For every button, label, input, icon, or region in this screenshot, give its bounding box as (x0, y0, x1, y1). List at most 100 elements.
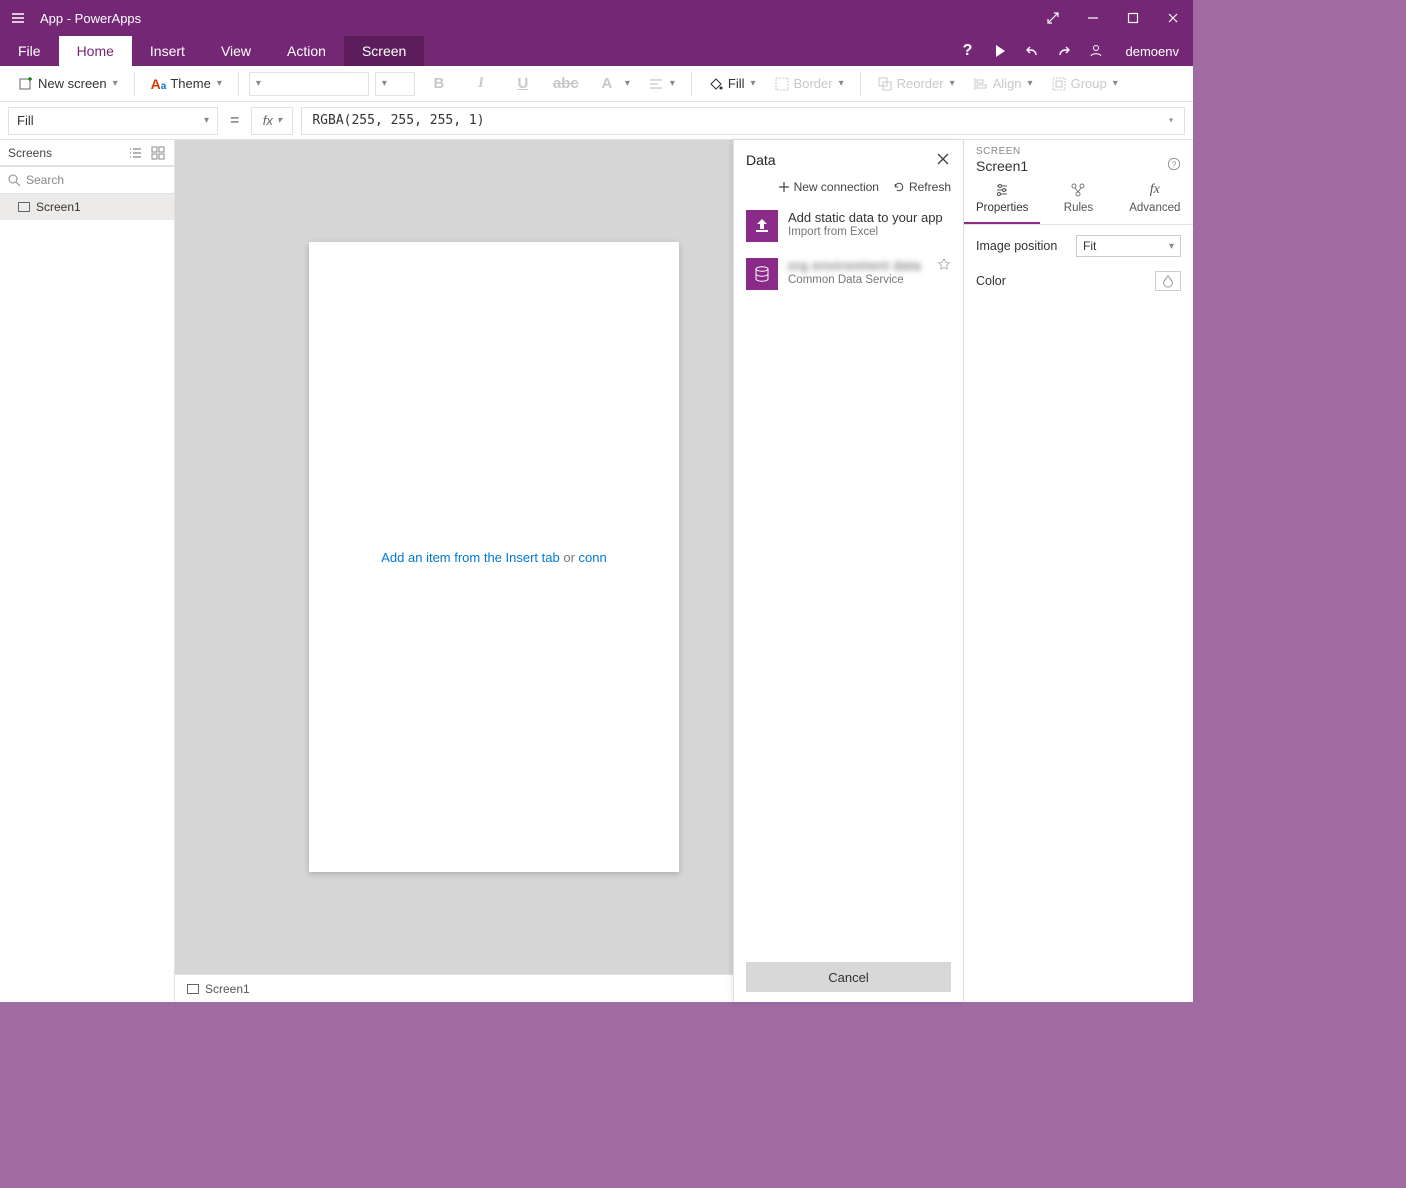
text-align-button[interactable]: ▾ (642, 70, 681, 98)
properties-title: Screen1 (976, 158, 1028, 174)
reorder-button[interactable]: Reorder ▾ (871, 70, 961, 98)
menu-view[interactable]: View (203, 36, 269, 66)
fx-icon: fx (1150, 182, 1160, 198)
screens-panel: Screens Search Screen1 (0, 140, 175, 1002)
italic-button[interactable]: I (463, 70, 499, 98)
upload-icon (746, 210, 778, 242)
search-input[interactable]: Search (0, 166, 174, 194)
menu-bar: File Home Insert View Action Screen ? de… (0, 36, 1193, 66)
screen-icon (187, 984, 199, 994)
new-screen-icon (18, 76, 34, 92)
insert-link[interactable]: Add an item from the Insert tab (381, 550, 559, 565)
help-button[interactable]: ? (952, 36, 984, 66)
user-icon (1088, 43, 1104, 59)
formula-bar: Fill ▾ = fx ▾ RGBA(255, 255, 255, 1) ▾ (0, 102, 1193, 140)
data-panel-actions: New connection Refresh (734, 180, 963, 202)
title-bar: App - PowerApps (0, 0, 1193, 36)
tab-rules[interactable]: Rules (1040, 176, 1116, 224)
data-source-subtitle: Common Data Service (788, 274, 921, 286)
chevron-down-icon: ▾ (670, 78, 675, 89)
data-panel-header: Data (734, 140, 963, 180)
close-window-button[interactable] (1153, 0, 1193, 36)
theme-button[interactable]: Aa Theme ▾ (145, 70, 228, 98)
properties-help-button[interactable]: ? (1167, 157, 1181, 174)
align-objects-icon (973, 76, 989, 92)
fx-button[interactable]: fx ▾ (251, 107, 293, 135)
hamburger-icon (10, 10, 26, 26)
fill-button[interactable]: Fill ▾ (702, 70, 762, 98)
bold-button[interactable]: B (421, 70, 457, 98)
underline-button[interactable]: U (505, 70, 541, 98)
data-source-title: Add static data to your app (788, 210, 943, 225)
minimize-button[interactable] (1073, 0, 1113, 36)
menu-action[interactable]: Action (269, 36, 344, 66)
connect-link[interactable]: conn (579, 550, 607, 565)
theme-icon: Aa (151, 76, 167, 92)
list-view-icon[interactable] (128, 145, 144, 161)
play-icon (992, 43, 1008, 59)
svg-text:?: ? (1172, 161, 1177, 170)
formula-expression: RGBA(255, 255, 255, 1) (312, 113, 484, 128)
data-source-title: org environment data (788, 258, 921, 273)
play-button[interactable] (984, 36, 1016, 66)
data-source-item-cds[interactable]: org environment data Common Data Service (734, 250, 963, 298)
strikethrough-button[interactable]: abc (547, 70, 583, 98)
close-data-panel-button[interactable] (935, 151, 951, 170)
user-button[interactable] (1080, 36, 1112, 66)
color-label: Color (976, 274, 1006, 288)
menu-screen[interactable]: Screen (344, 36, 424, 66)
grid-view-icon[interactable] (150, 145, 166, 161)
tab-label: Properties (976, 202, 1028, 214)
refresh-icon (893, 181, 905, 193)
formula-input[interactable]: RGBA(255, 255, 255, 1) ▾ (301, 107, 1185, 135)
color-swatch-button[interactable] (1155, 271, 1181, 291)
new-screen-button[interactable]: New screen ▾ (12, 70, 124, 98)
sliders-icon (994, 182, 1010, 198)
image-position-label: Image position (976, 239, 1057, 253)
font-color-button[interactable]: A▾ (589, 70, 636, 98)
cancel-button[interactable]: Cancel (746, 962, 951, 992)
menu-home[interactable]: Home (59, 36, 132, 66)
align-button[interactable]: Align ▾ (967, 70, 1039, 98)
data-source-item-static[interactable]: Add static data to your app Import from … (734, 202, 963, 250)
border-button[interactable]: Border ▾ (768, 70, 850, 98)
font-color-icon: A (595, 75, 619, 92)
new-connection-button[interactable]: New connection (778, 180, 879, 194)
data-source-list: Add static data to your app Import from … (734, 202, 963, 952)
screen-icon (18, 202, 30, 212)
tab-advanced[interactable]: fx Advanced (1117, 176, 1193, 224)
divider (238, 72, 239, 96)
chevron-down-icon: ▾ (751, 78, 756, 89)
group-button[interactable]: Group ▾ (1045, 70, 1124, 98)
menu-file[interactable]: File (0, 36, 59, 66)
tree-item-label: Screen1 (36, 200, 81, 214)
help-icon: ? (963, 42, 973, 60)
screen-canvas[interactable]: Add an item from the Insert tab or conn (309, 242, 679, 872)
chevron-down-icon: ▾ (1113, 78, 1118, 89)
divider (860, 72, 861, 96)
image-position-select[interactable]: Fit ▾ (1076, 235, 1181, 257)
maximize-button[interactable] (1113, 0, 1153, 36)
refresh-button[interactable]: Refresh (893, 180, 951, 194)
plus-icon (778, 181, 790, 193)
property-dropdown[interactable]: Fill ▾ (8, 107, 218, 135)
screens-title: Screens (8, 146, 52, 160)
chevron-down-icon: ▾ (382, 78, 387, 89)
expand-button[interactable] (1033, 0, 1073, 36)
property-value: Fill (17, 113, 34, 128)
tab-label: Rules (1064, 202, 1093, 214)
tab-properties[interactable]: Properties (964, 176, 1040, 224)
hamburger-menu[interactable] (0, 10, 36, 26)
new-screen-label: New screen (38, 76, 107, 91)
divider (134, 72, 135, 96)
group-label: Group (1071, 76, 1107, 91)
redo-button[interactable] (1048, 36, 1080, 66)
redo-icon (1056, 43, 1072, 59)
undo-button[interactable] (1016, 36, 1048, 66)
environment-label[interactable]: demoenv (1112, 36, 1193, 66)
underline-icon: U (511, 75, 535, 92)
font-size-select[interactable]: ▾ (375, 72, 415, 96)
tree-item-screen1[interactable]: Screen1 (0, 194, 174, 220)
menu-insert[interactable]: Insert (132, 36, 203, 66)
font-family-select[interactable]: ▾ (249, 72, 369, 96)
